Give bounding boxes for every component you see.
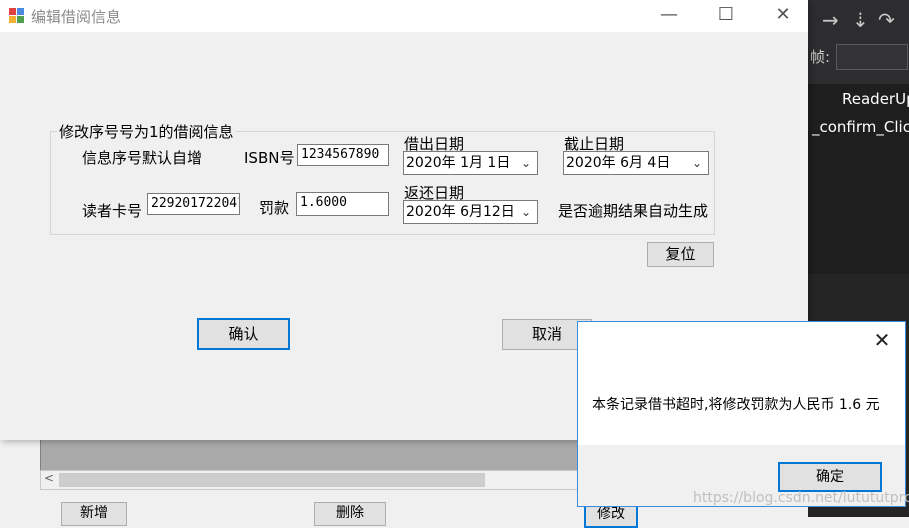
step-into-icon[interactable]: ⇣ [852,8,869,32]
ok-button[interactable]: 确定 [778,462,882,492]
due-date-picker[interactable]: 2020年 6月 4日 ⌄ [563,151,709,175]
return-date-picker[interactable]: 2020年 6月12日 ⌄ [403,200,538,224]
ide-code-line: _confirm_Click( [812,118,909,136]
reset-button[interactable]: 复位 [647,242,714,267]
return-date-value: 2020年 6月12日 [406,204,515,220]
borrow-date-value: 2020年 1月 1日 [406,155,511,171]
redo-icon[interactable]: ↷ [878,8,895,32]
horizontal-scrollbar[interactable]: < [40,470,582,490]
overdue-message-box: ✕ 本条记录借书超时,将修改罚款为人民币 1.6 元 确定 [577,321,906,507]
overdue-note-label: 是否逾期结果自动生成 [558,202,709,220]
fine-label: 罚款 [259,199,290,217]
ide-tab-readerup[interactable]: ReaderUp [842,90,909,108]
ide-field-input[interactable] [836,44,908,70]
close-icon[interactable]: ✕ [760,0,806,32]
scrollbar-thumb[interactable] [59,473,485,487]
reader-card-input[interactable]: 229201722041 [147,193,240,215]
watermark: https://blog.csdn.net/lutututpro [693,490,909,506]
scroll-left-icon[interactable]: < [44,471,54,485]
serial-default-label: 信息序号默认自增 [82,149,203,167]
message-text: 本条记录借书超时,将修改罚款为人民币 1.6 元 [592,397,880,413]
maximize-icon[interactable]: ☐ [703,0,749,32]
ide-field-label: 帧: [810,48,831,66]
confirm-button[interactable]: 确认 [197,318,290,350]
ide-code-area [808,114,909,274]
app-icon [9,8,25,24]
dialog-titlebar: 编辑借阅信息 — ☐ ✕ [0,0,808,32]
due-date-value: 2020年 6月 4日 [566,155,671,171]
step-over-icon[interactable]: → [822,8,839,32]
chevron-down-icon[interactable]: ⌄ [692,152,702,174]
add-button[interactable]: 新增 [61,502,127,526]
isbn-input[interactable]: 1234567890 [297,144,389,166]
ide-toolbar: → ⇣ ↷ [808,0,909,40]
groupbox-title: 修改序号号为1的借阅信息 [57,121,236,142]
close-icon[interactable]: ✕ [859,322,905,359]
minimize-icon[interactable]: — [646,0,692,32]
borrow-date-picker[interactable]: 2020年 1月 1日 ⌄ [403,151,538,175]
message-titlebar: ✕ [578,322,905,359]
isbn-label: ISBN号 [244,149,295,167]
chevron-down-icon[interactable]: ⌄ [521,201,531,223]
fine-input[interactable]: 1.6000 [296,192,389,216]
delete-button[interactable]: 删除 [314,502,386,526]
chevron-down-icon[interactable]: ⌄ [521,152,531,174]
message-body: 本条记录借书超时,将修改罚款为人民币 1.6 元 [578,359,905,445]
dialog-title: 编辑借阅信息 [31,8,122,26]
reader-card-label: 读者卡号 [82,202,143,220]
